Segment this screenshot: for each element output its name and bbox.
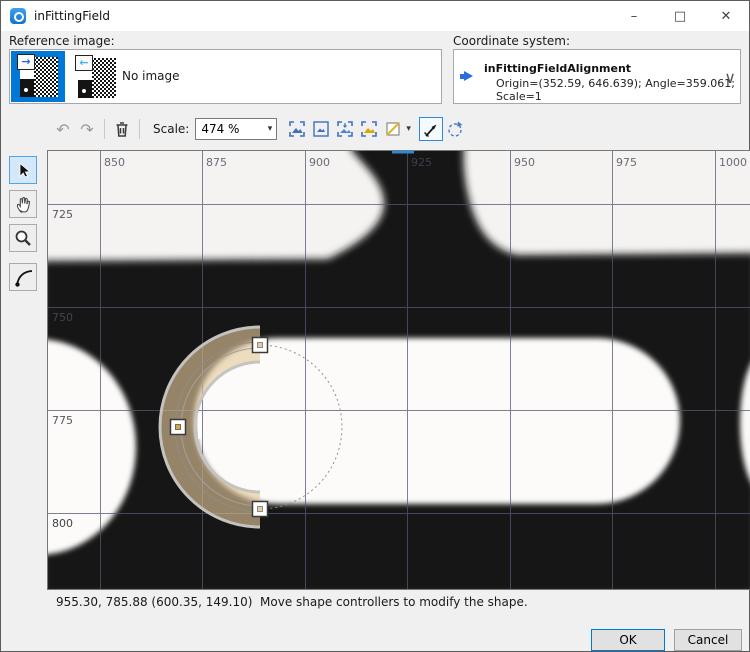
undo-button[interactable]: ↶ bbox=[51, 120, 75, 139]
cancel-button[interactable]: Cancel bbox=[674, 629, 742, 651]
fit-width-icon bbox=[336, 120, 354, 138]
angle-marker bbox=[198, 413, 201, 439]
y-tick: 750 bbox=[52, 311, 73, 324]
thumb-pattern bbox=[34, 57, 58, 97]
x-tick: 925 bbox=[411, 156, 432, 169]
magnifier-icon bbox=[13, 228, 33, 248]
fit-selection-icon bbox=[312, 120, 330, 138]
thumb-dot bbox=[24, 88, 28, 92]
cursor-arrow-icon bbox=[13, 160, 33, 180]
thumb-pattern bbox=[92, 58, 116, 98]
zoom-fit-shape-button[interactable] bbox=[357, 117, 381, 141]
separator bbox=[104, 119, 105, 139]
reference-thumb-2[interactable]: ← bbox=[78, 58, 116, 98]
caret-down-icon[interactable]: ▾ bbox=[406, 124, 411, 134]
rotate-icon bbox=[446, 120, 464, 138]
reference-image-list: → ← No image bbox=[9, 49, 442, 104]
scale-label: Scale: bbox=[153, 122, 189, 136]
redo-button[interactable]: ↷ bbox=[75, 120, 99, 139]
x-tick: 900 bbox=[309, 156, 330, 169]
canvas-scene: 850 875 900 925 950 975 1000 725 750 775… bbox=[48, 151, 750, 589]
thumb-dot bbox=[82, 89, 86, 93]
select-tool-button[interactable] bbox=[9, 156, 37, 184]
coordinate-system-label: Coordinate system: bbox=[453, 34, 570, 48]
pan-tool-button[interactable] bbox=[9, 190, 37, 218]
origin-tick bbox=[392, 151, 414, 154]
reference-image-label: Reference image: bbox=[9, 34, 115, 48]
title-bar: inFittingField – □ ✕ bbox=[1, 1, 749, 31]
zoom-fit-all-button[interactable] bbox=[285, 117, 309, 141]
separator bbox=[139, 119, 140, 139]
x-tick: 1000 bbox=[719, 156, 747, 169]
x-tick: 850 bbox=[104, 156, 125, 169]
window-title: inFittingField bbox=[34, 9, 110, 23]
app-icon bbox=[10, 8, 26, 24]
ok-button[interactable]: OK bbox=[591, 629, 665, 651]
rotate-view-button[interactable] bbox=[443, 117, 467, 141]
zoom-tool-button[interactable] bbox=[9, 224, 37, 252]
scale-input[interactable] bbox=[196, 122, 261, 136]
coordinate-system-details: Origin=(352.59, 646.639); Angle=359.061;… bbox=[496, 77, 740, 103]
y-tick: 775 bbox=[52, 414, 73, 427]
y-tick: 800 bbox=[52, 517, 73, 530]
shape-handle-bottom[interactable] bbox=[253, 502, 268, 517]
hand-icon bbox=[13, 194, 33, 214]
trash-icon bbox=[114, 121, 130, 138]
shape-handle-top[interactable] bbox=[253, 338, 268, 353]
zoom-fit-selection-button[interactable] bbox=[309, 117, 333, 141]
caret-down-icon[interactable]: ▾ bbox=[268, 124, 273, 134]
fit-image-icon bbox=[288, 120, 306, 138]
edit-reference-point-button[interactable] bbox=[419, 117, 443, 141]
chevron-down-icon[interactable]: ∨ bbox=[724, 68, 736, 87]
arc-tool-button[interactable] bbox=[9, 263, 37, 291]
pointer-tool-icon bbox=[422, 120, 440, 138]
delete-button[interactable] bbox=[110, 117, 134, 141]
status-message: Move shape controllers to modify the sha… bbox=[260, 595, 528, 609]
x-tick: 950 bbox=[514, 156, 535, 169]
y-tick: 725 bbox=[52, 208, 73, 221]
alignment-arrow-icon bbox=[464, 71, 473, 81]
scale-combobox[interactable]: ▾ bbox=[195, 118, 277, 140]
no-image-label: No image bbox=[122, 69, 180, 83]
shape-handle-left[interactable] bbox=[171, 420, 186, 435]
minimize-button[interactable]: – bbox=[611, 1, 657, 31]
zoom-fit-width-button[interactable] bbox=[333, 117, 357, 141]
fit-shape-icon bbox=[360, 120, 378, 138]
arc-icon bbox=[12, 266, 34, 288]
status-bar: 955.30, 785.88 (600.35, 149.10) Move sha… bbox=[56, 595, 528, 609]
cursor-coordinates: 955.30, 785.88 (600.35, 149.10) bbox=[56, 595, 252, 609]
back-arrow-icon: ← bbox=[75, 55, 93, 71]
x-tick: 975 bbox=[616, 156, 637, 169]
dialog-infittingfield: inFittingField – □ ✕ Reference image: → … bbox=[0, 0, 750, 652]
image-canvas[interactable]: 850 875 900 925 950 975 1000 725 750 775… bbox=[47, 150, 750, 590]
forward-arrow-icon: → bbox=[17, 54, 35, 70]
maximize-button[interactable]: □ bbox=[657, 1, 703, 31]
coordinate-system-select[interactable]: inFittingFieldAlignment Origin=(352.59, … bbox=[453, 49, 741, 104]
canvas-toolbar: ↶ ↷ Scale: ▾ bbox=[51, 114, 467, 144]
x-tick: 875 bbox=[206, 156, 227, 169]
reference-image-visibility-button[interactable] bbox=[381, 117, 405, 141]
reference-thumb-selected[interactable]: → bbox=[11, 51, 65, 102]
coordinate-system-name: inFittingFieldAlignment bbox=[484, 62, 631, 75]
no-image-icon bbox=[384, 120, 402, 138]
close-button[interactable]: ✕ bbox=[703, 1, 749, 31]
